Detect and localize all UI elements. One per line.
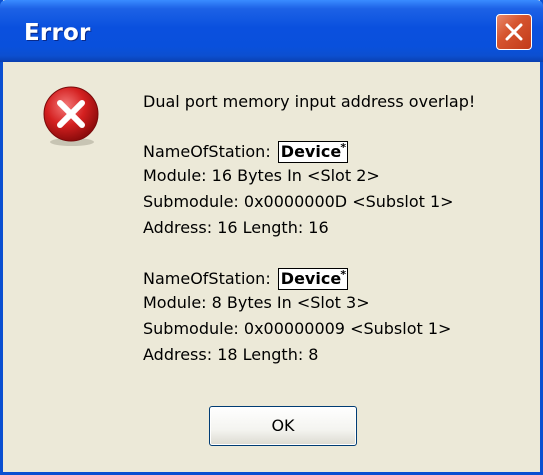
station-name-row-2: NameOfStation: Device * xyxy=(143,268,349,290)
module-line-1: Module: 16 Bytes In <Slot 2> xyxy=(143,166,380,185)
station-name-label: NameOfStation: xyxy=(143,269,271,288)
address-line-1: Address: 16 Length: 16 xyxy=(143,218,329,237)
submodule-line-2: Submodule: 0x00000009 <Subslot 1> xyxy=(143,319,452,338)
title-bar[interactable]: Error xyxy=(0,0,543,62)
station-name-value: Device * xyxy=(277,268,349,290)
submodule-line-1: Submodule: 0x0000000D <Subslot 1> xyxy=(143,192,454,211)
address-line-2: Address: 18 Length: 8 xyxy=(143,345,319,364)
device-name-mark: * xyxy=(340,268,347,281)
ok-button[interactable]: OK xyxy=(209,406,357,446)
window-title: Error xyxy=(24,20,91,46)
close-icon xyxy=(505,23,523,41)
close-button[interactable] xyxy=(496,14,532,50)
station-name-label: NameOfStation: xyxy=(143,142,271,161)
station-name-value: Device * xyxy=(277,141,349,163)
error-headline: Dual port memory input address overlap! xyxy=(143,92,476,111)
error-icon xyxy=(43,86,99,146)
device-name-mark: * xyxy=(340,141,347,154)
module-line-2: Module: 8 Bytes In <Slot 3> xyxy=(143,293,370,312)
error-dialog: Error Dual port memory input address ove… xyxy=(0,0,543,475)
device-name-text: Device xyxy=(280,269,342,288)
station-name-row-1: NameOfStation: Device * xyxy=(143,141,349,163)
device-name-text: Device xyxy=(280,142,342,161)
